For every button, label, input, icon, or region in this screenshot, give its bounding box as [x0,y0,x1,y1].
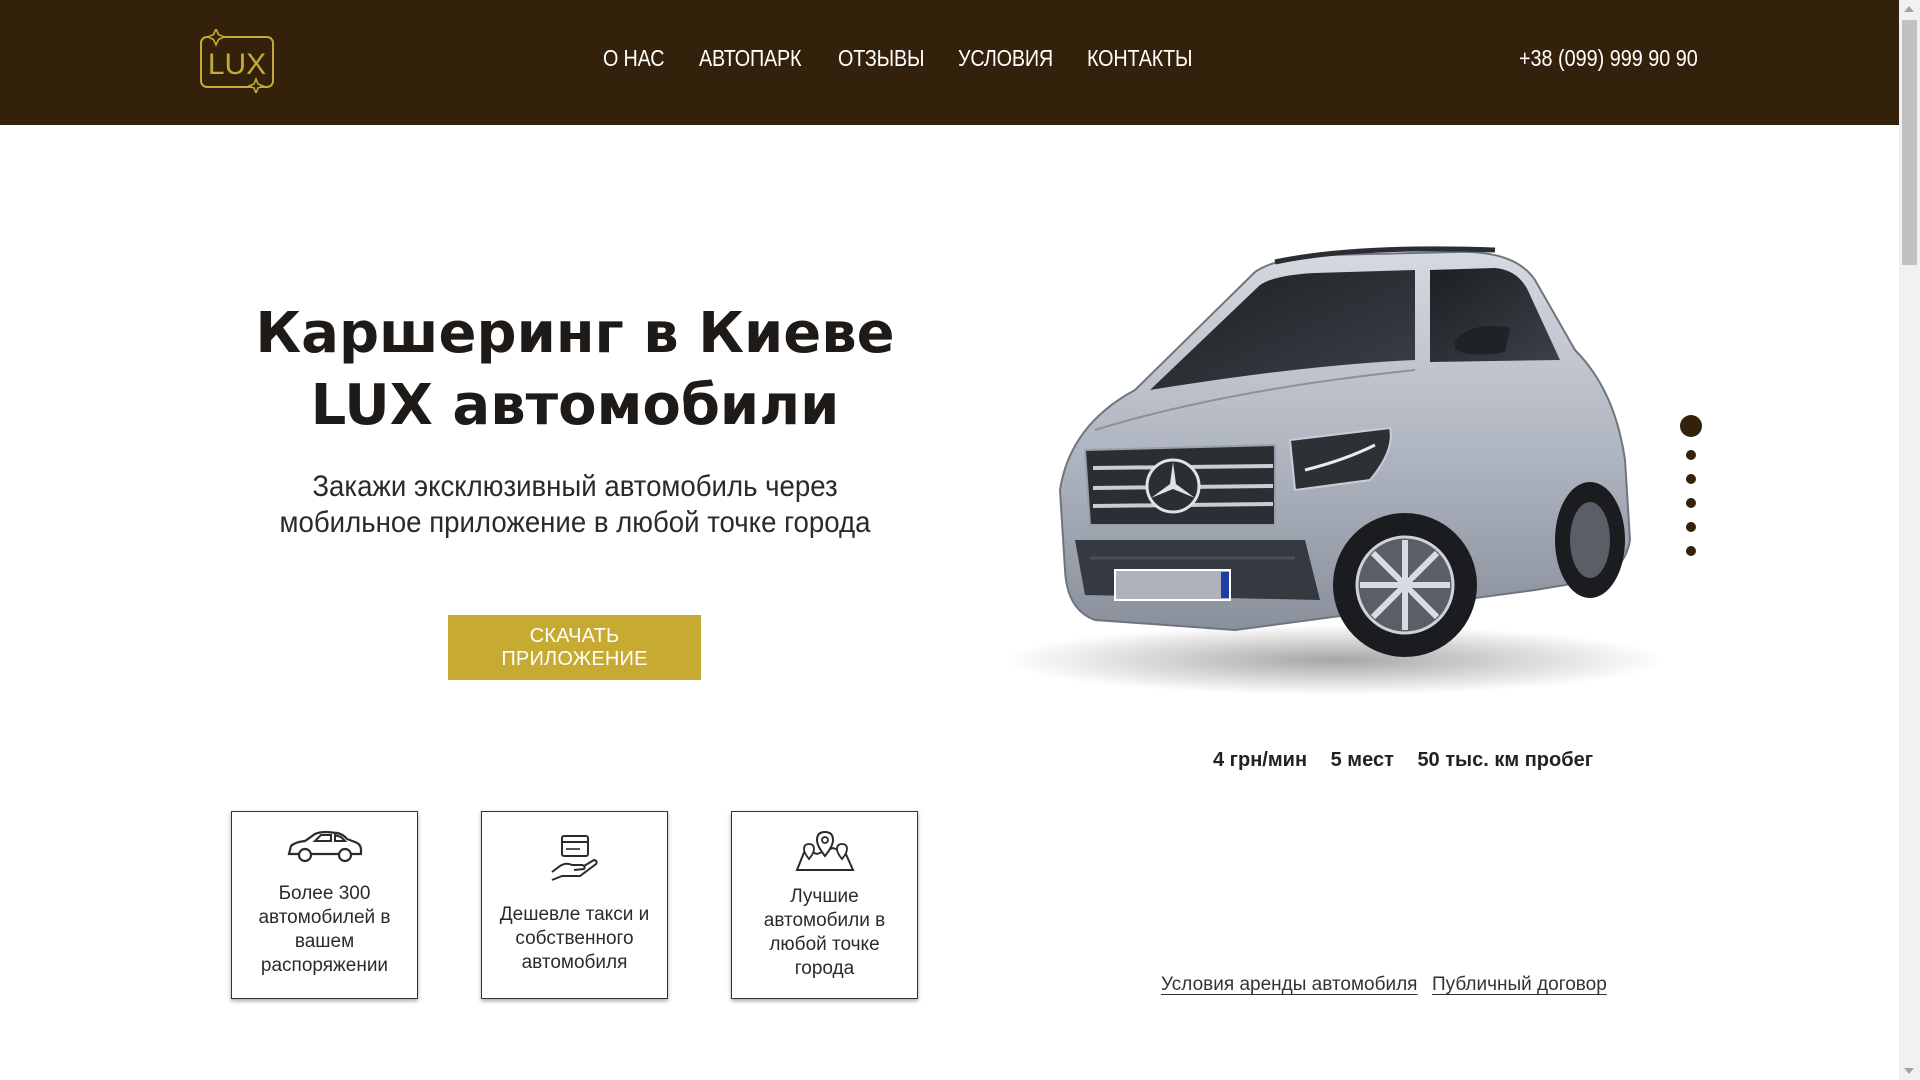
car-slider-pagination [1680,415,1702,565]
feature-card-fleet: Более 300 автомобилей в вашем распоряжен… [231,811,418,999]
phone-number[interactable]: +38 (099) 999 90 90 [1519,45,1698,72]
feature-text-location: Лучшие автомобили в любой точке города [742,885,907,981]
feature-text-line: вашем [294,931,355,952]
scroll-down-arrow-icon[interactable] [1904,1068,1914,1074]
nav-about[interactable]: О НАС [603,45,665,72]
hero-subtitle-line2: мобильное приложение в любой точке город… [279,506,871,539]
car-image [975,240,1675,700]
spec-mileage: 50 тыс. км пробег [1417,749,1594,771]
page-scrollbar[interactable] [1899,0,1920,1080]
feature-text-line: Дешевле такси и [499,904,650,925]
feature-text-line: города [794,958,855,979]
hero-title: Каршеринг в Киеве LUX автомобили [200,298,950,442]
hero-title-line1: Каршеринг в Киеве [255,301,895,366]
slider-dot-2[interactable] [1686,450,1696,460]
scroll-up-arrow-icon[interactable] [1904,6,1914,12]
feature-text-line: собственного [515,928,634,949]
hero-subtitle-line1: Закажи эксклюзивный автомобиль через [312,470,838,503]
nav-fleet[interactable]: АВТОПАРК [699,45,802,72]
slider-dot-3[interactable] [1686,474,1696,484]
car-specs: 4 грн/мин 5 мест 50 тыс. км пробег [1213,749,1611,772]
slider-dot-4[interactable] [1686,498,1696,508]
card-in-hand-icon [550,834,600,887]
slider-dot-5[interactable] [1686,522,1696,532]
feature-text-fleet: Более 300 автомобилей в вашем распоряжен… [242,882,407,978]
hero-subtitle: Закажи эксклюзивный автомобиль через моб… [230,469,920,541]
nav-terms[interactable]: УСЛОВИЯ [958,45,1053,72]
nav-reviews[interactable]: ОТЗЫВЫ [838,45,925,72]
slider-dot-1[interactable] [1680,415,1702,437]
suv-illustration [1005,246,1665,695]
feature-card-location: Лучшие автомобили в любой точке города [731,811,918,999]
feature-text-line: автомобили в [763,910,886,931]
hero-title-line2: LUX автомобили [310,373,840,438]
scroll-thumb[interactable] [1902,20,1917,265]
feature-text-line: Более 300 [278,883,371,904]
map-pins-icon [795,830,855,879]
feature-text-price: Дешевле такси и собственного автомобиля [492,903,657,975]
feature-text-line: автомобилей в [258,907,391,928]
car-icon [285,830,365,869]
feature-card-price: Дешевле такси и собственного автомобиля [481,811,668,999]
feature-text-line: автомобиля [521,952,628,973]
nav-contacts[interactable]: КОНТАКТЫ [1087,45,1193,72]
public-contract-link[interactable]: Публичный договор [1432,974,1607,996]
feature-text-line: любой точке [769,934,880,955]
slider-dot-6[interactable] [1686,546,1696,556]
feature-text-line: Лучшие [790,886,859,907]
spec-price: 4 грн/мин [1213,749,1308,771]
rental-terms-link[interactable]: Условия аренды автомобиля [1161,974,1417,996]
site-header: LUX О НАС АВТОПАРК ОТЗЫВЫ УСЛОВИЯ КОНТАК… [0,0,1899,125]
download-app-button[interactable]: СКАЧАТЬ ПРИЛОЖЕНИЕ [448,615,701,680]
feature-text-line: распоряжении [260,955,389,976]
spec-seats: 5 мест [1330,749,1394,771]
